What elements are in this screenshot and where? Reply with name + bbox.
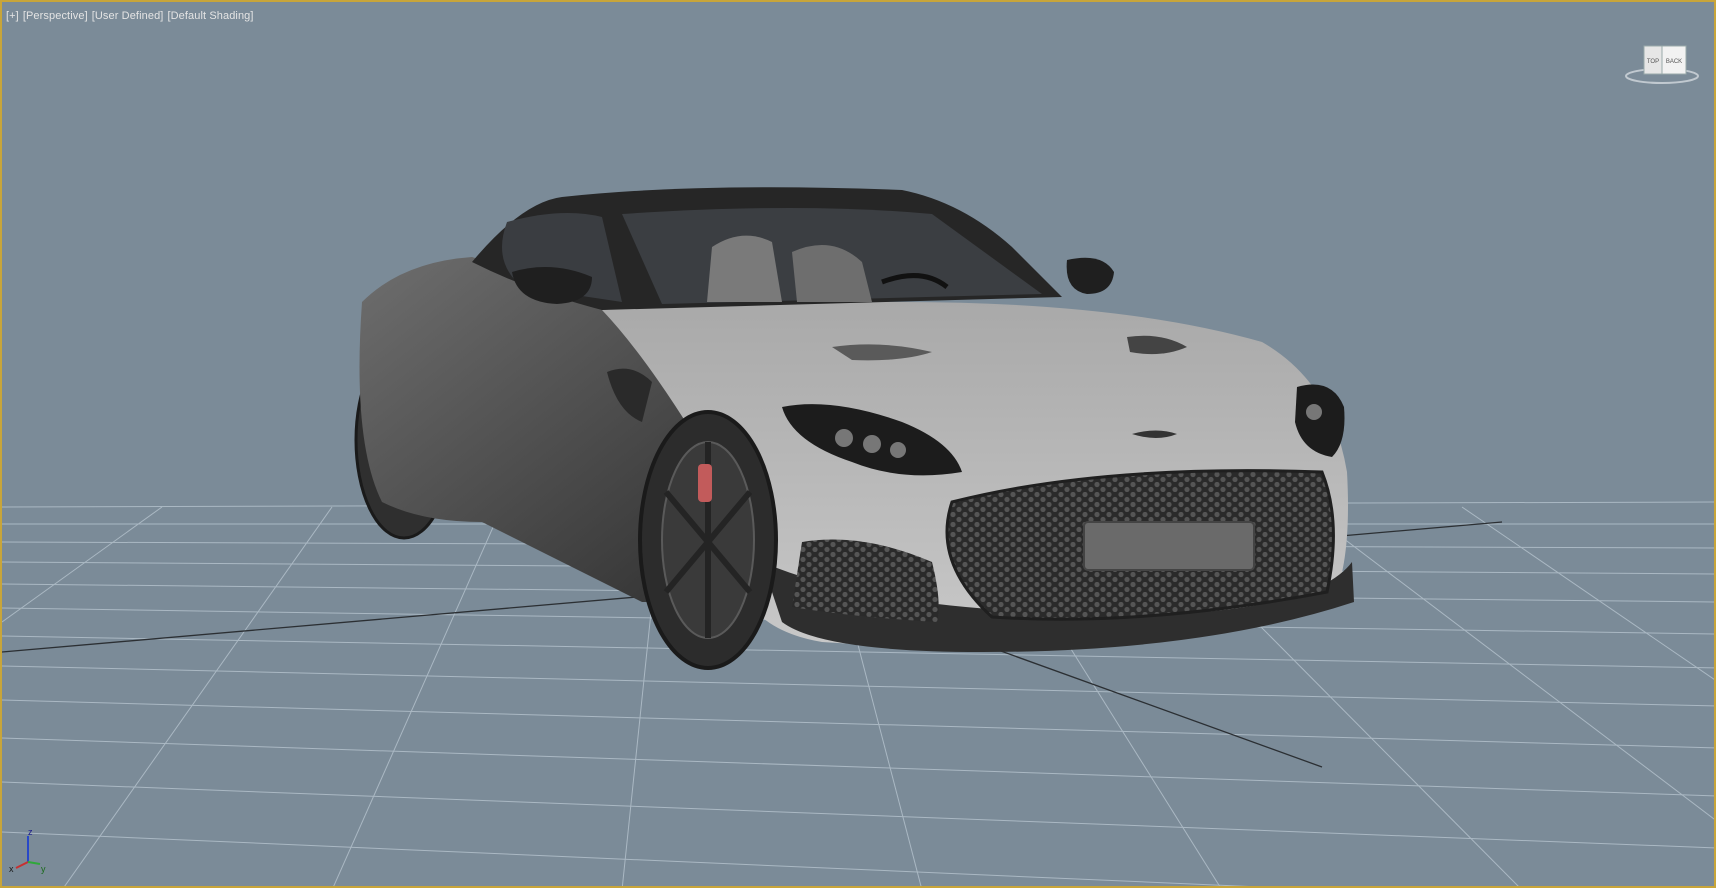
brake-caliper [698, 464, 712, 502]
viewport-menu-label[interactable]: [+] [6, 10, 19, 22]
car-model[interactable] [354, 187, 1354, 670]
viewport-shading-label[interactable]: [Default Shading] [167, 10, 253, 22]
perspective-viewport[interactable]: [+] [Perspective] [User Defined] [Default S… [0, 0, 1716, 888]
axis-y-label: y [41, 864, 46, 874]
seat-front [707, 235, 782, 302]
axis-x-label: x [9, 864, 14, 874]
axis-z-label: z [28, 828, 33, 837]
viewport-shading-mode-label[interactable]: [User Defined] [92, 10, 164, 22]
axis-gizmo: z x y [9, 828, 46, 874]
right-mirror [1066, 257, 1114, 294]
viewcube-back-label: BACK [1666, 59, 1682, 65]
viewport-labels: [+] [Perspective] [User Defined] [Default S… [6, 10, 258, 22]
viewcube[interactable]: TOP BACK [1622, 38, 1702, 88]
license-plate [1083, 521, 1255, 571]
scene-canvas[interactable] [2, 2, 1716, 888]
viewcube-top-label: TOP [1647, 59, 1659, 65]
viewport-view-label[interactable]: [Perspective] [23, 10, 88, 22]
